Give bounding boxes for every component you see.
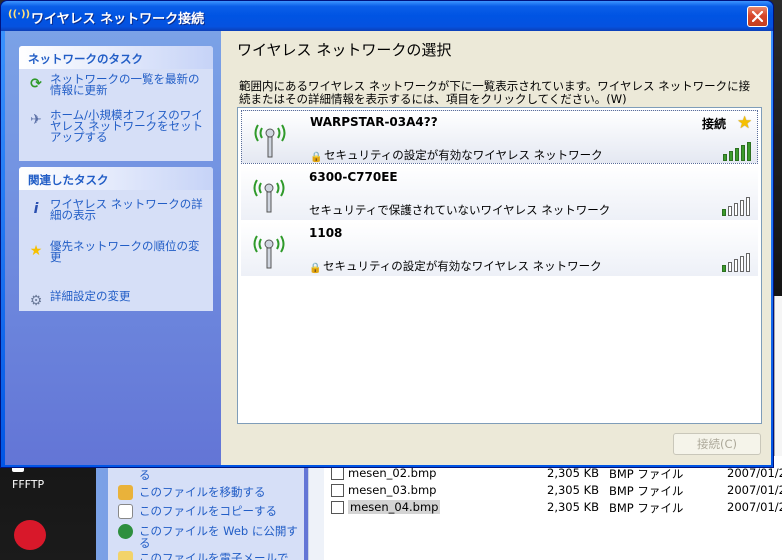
refresh-icon: ⟳: [30, 76, 42, 92]
info-icon: i: [33, 201, 39, 217]
wireless-antenna-icon: [253, 179, 285, 213]
task-pane: ネットワークのタスク ⟳ ネットワークの一覧を最新の情報に更新 ✈ ホーム/小規…: [5, 31, 221, 465]
task-label: 詳細設定の変更: [50, 289, 131, 303]
copy-file-icon: [118, 503, 133, 519]
file-date: 2007/01/2: [727, 466, 782, 480]
explorer-task-label: このファイルを Web に公開す: [139, 524, 298, 538]
page-title: ワイヤレス ネットワークの選択: [237, 41, 452, 59]
task-label: 優先ネットワークの順位の変更: [50, 239, 200, 264]
lock-icon: 🔒: [309, 263, 322, 274]
move-file-icon: [118, 484, 133, 500]
network-list[interactable]: WARPSTAR-03A4?? 接続 ★ 🔒 セキュリティの設定が有効なワイヤレス…: [237, 107, 762, 424]
file-row[interactable]: mesen_03.bmp 2,305 KB BMP ファイル 2007/01/2: [331, 482, 782, 499]
file-date: 2007/01/2: [727, 483, 782, 497]
app-icon[interactable]: [14, 520, 46, 550]
file-type: BMP ファイル: [609, 484, 684, 498]
wireless-details-link[interactable]: i ワイヤレス ネットワークの詳細の表示: [19, 194, 213, 224]
explorer-task-label: このファイルを電子メールで: [139, 551, 289, 560]
explorer-task-copy[interactable]: このファイルをコピーする: [118, 503, 277, 519]
refresh-network-list-link[interactable]: ⟳ ネットワークの一覧を最新の情報に更新: [19, 69, 213, 99]
preferred-star-icon: ★: [737, 113, 753, 133]
network-item[interactable]: WARPSTAR-03A4?? 接続 ★ 🔒 セキュリティの設定が有効なワイヤレス…: [241, 110, 758, 164]
window-title: ワイヤレス ネットワーク接続: [31, 12, 205, 27]
network-tasks-group: ネットワークのタスク ⟳ ネットワークの一覧を最新の情報に更新 ✈ ホーム/小規…: [19, 46, 213, 161]
star-icon: ★: [29, 243, 43, 259]
lock-icon: 🔒: [310, 152, 323, 163]
settings-icon: ⚙: [29, 293, 43, 309]
file-type: BMP ファイル: [609, 501, 684, 515]
dialog-client-area: ネットワークのタスク ⟳ ネットワークの一覧を最新の情報に更新 ✈ ホーム/小規…: [5, 31, 771, 465]
background-window-edge: [774, 296, 782, 456]
wireless-antenna-icon: [253, 235, 285, 269]
explorer-task-label: このファイルを移動する: [139, 485, 266, 499]
file-name: mesen_04.bmp: [348, 500, 441, 514]
file-size: 2,305 KB: [547, 483, 600, 497]
file-size: 2,305 KB: [547, 466, 600, 480]
explorer-task-email[interactable]: このファイルを電子メールで: [118, 550, 289, 560]
change-preferred-order-link[interactable]: ★ 優先ネットワークの順位の変更: [19, 236, 213, 266]
network-security: セキュリティの設定が有効なワイヤレス ネットワーク: [323, 259, 602, 273]
explorer-task-move[interactable]: このファイルを移動する: [118, 484, 266, 500]
desktop-icon-label: FFFTP: [12, 478, 45, 491]
task-label: ネットワークの一覧を最新の情報に更新: [50, 72, 200, 97]
task-label: ホーム/小規模オフィスのワイヤレス ネットワークをセットアップする: [50, 108, 204, 144]
explorer-scrollbar[interactable]: [308, 455, 324, 560]
explorer-task-item[interactable]: る: [118, 535, 151, 551]
file-type: BMP ファイル: [609, 467, 684, 481]
advanced-settings-link[interactable]: ⚙ 詳細設定の変更: [19, 286, 213, 309]
network-status: 接続: [702, 117, 727, 131]
explorer-task-pane: る このファイルを移動する このファイルをコピーする このファイルを Web に…: [96, 455, 308, 560]
related-tasks-group: 関連したタスク i ワイヤレス ネットワークの詳細の表示 ★ 優先ネットワークの…: [19, 167, 213, 311]
file-date: 2007/01/2: [727, 500, 782, 514]
related-tasks-header[interactable]: 関連したタスク: [19, 167, 213, 190]
setup-wireless-network-link[interactable]: ✈ ホーム/小規模オフィスのワイヤレス ネットワークをセットアップする: [19, 105, 213, 146]
network-ssid: 1108: [309, 226, 343, 240]
title-bar[interactable]: ((·)) ワイヤレス ネットワーク接続: [1, 1, 773, 31]
bmp-file-icon: [331, 467, 344, 480]
wireless-setup-icon: ✈: [30, 112, 42, 128]
close-button[interactable]: [747, 6, 768, 27]
wireless-connection-window: ((·)) ワイヤレス ネットワーク接続 ネットワークのタスク ⟳ ネットワーク…: [0, 0, 774, 468]
bmp-file-icon: [331, 484, 344, 497]
file-row[interactable]: mesen_04.bmp 2,305 KB BMP ファイル 2007/01/2: [331, 499, 782, 516]
network-security: セキュリティの設定が有効なワイヤレス ネットワーク: [324, 148, 603, 162]
file-name: mesen_03.bmp: [348, 483, 437, 497]
network-security: セキュリティで保護されていないワイヤレス ネットワーク: [309, 203, 611, 217]
connect-button[interactable]: 接続(C): [673, 433, 761, 455]
network-ssid: WARPSTAR-03A4??: [310, 115, 438, 129]
explorer-task-list: る このファイルを移動する このファイルをコピーする このファイルを Web に…: [108, 455, 304, 560]
email-icon: [118, 550, 133, 560]
network-security-text: 🔒 セキュリティの設定が有効なワイヤレス ネットワーク: [310, 147, 603, 163]
file-size: 2,305 KB: [547, 500, 600, 514]
explorer-task-label: このファイルをコピーする: [139, 504, 277, 518]
page-description: 範囲内にあるワイヤレス ネットワークが下に一覧表示されています。ワイヤレス ネッ…: [239, 79, 751, 106]
network-ssid: 6300-C770EE: [309, 170, 398, 184]
file-name: mesen_02.bmp: [348, 466, 437, 480]
explorer-task-label: る: [139, 536, 151, 550]
close-icon: [752, 11, 763, 22]
network-item[interactable]: 1108 🔒 セキュリティの設定が有効なワイヤレス ネットワーク: [241, 222, 758, 276]
network-security-text: 🔒 セキュリティの設定が有効なワイヤレス ネットワーク: [309, 258, 602, 274]
explorer-task-label: る: [139, 468, 151, 482]
explorer-task-item[interactable]: る: [118, 467, 151, 483]
task-label: ワイヤレス ネットワークの詳細の表示: [50, 197, 203, 222]
bmp-file-icon: [331, 501, 344, 514]
wireless-antenna-icon: [254, 124, 286, 158]
signal-strength-icon: [722, 139, 754, 161]
signal-strength-icon: [721, 194, 753, 216]
explorer-window: る このファイルを移動する このファイルをコピーする このファイルを Web に…: [96, 455, 782, 560]
network-item[interactable]: 6300-C770EE セキュリティで保護されていないワイヤレス ネットワーク: [241, 166, 758, 220]
network-tasks-header[interactable]: ネットワークのタスク: [19, 46, 213, 69]
wireless-title-icon: ((·)): [8, 9, 31, 20]
signal-strength-icon: [721, 250, 753, 272]
